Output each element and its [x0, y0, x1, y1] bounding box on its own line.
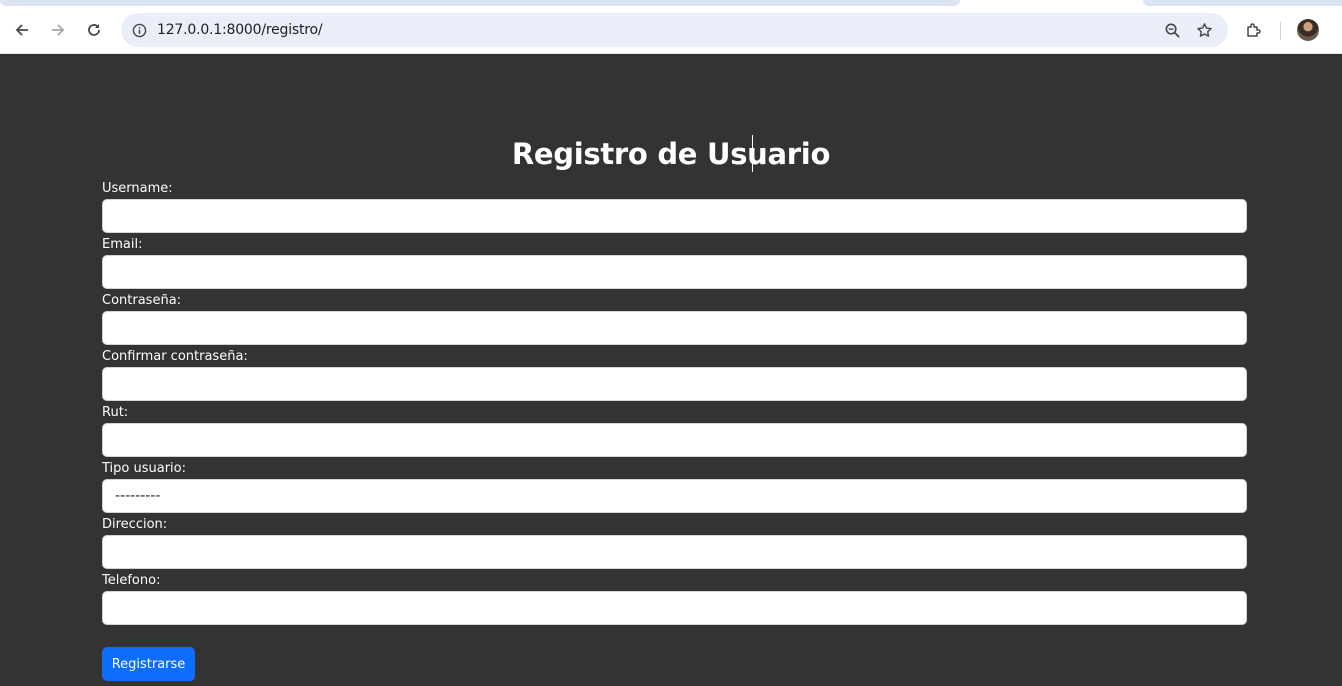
puzzle-icon: [1247, 23, 1261, 37]
zoom-icon[interactable]: [1160, 18, 1184, 42]
username-label: Username:: [102, 181, 173, 196]
address-label: Direccion:: [102, 517, 168, 532]
toolbar-divider: [1280, 22, 1281, 40]
site-info-icon[interactable]: [129, 20, 149, 40]
rut-input[interactable]: [102, 423, 1247, 457]
forward-button[interactable]: [44, 16, 72, 44]
email-input[interactable]: [102, 255, 1247, 289]
arrow-right-icon: [52, 24, 65, 36]
back-button[interactable]: [8, 16, 36, 44]
rut-label: Rut:: [102, 405, 129, 420]
password-label: Contraseña:: [102, 293, 182, 308]
user-type-label: Tipo usuario:: [102, 461, 186, 476]
registration-page: Registro de Usuario Username: Email: Con…: [0, 55, 1342, 686]
confirm-password-label: Confirmar contraseña:: [102, 349, 248, 364]
username-input[interactable]: [102, 199, 1247, 233]
reload-button[interactable]: [80, 16, 108, 44]
register-button[interactable]: Registrarse: [102, 647, 195, 681]
url-text[interactable]: 127.0.0.1:8000/registro/: [157, 22, 323, 38]
address-input[interactable]: [102, 535, 1247, 569]
password-input[interactable]: [102, 311, 1247, 345]
user-type-select[interactable]: ---------: [102, 479, 1247, 513]
phone-input[interactable]: [102, 591, 1247, 625]
page-title: Registro de Usuario: [511, 137, 831, 171]
bookmark-star-icon[interactable]: [1192, 18, 1216, 42]
profile-avatar[interactable]: [1297, 19, 1319, 41]
arrow-left-icon: [15, 24, 28, 36]
extensions-button[interactable]: [1240, 16, 1268, 44]
text-cursor: [752, 135, 753, 172]
reload-icon: [88, 24, 100, 36]
user-type-selected-value: ---------: [115, 488, 161, 504]
confirm-password-input[interactable]: [102, 367, 1247, 401]
email-label: Email:: [102, 237, 143, 252]
browser-toolbar: 127.0.0.1:8000/registro/: [0, 6, 1342, 54]
address-bar[interactable]: 127.0.0.1:8000/registro/: [121, 13, 1228, 47]
phone-label: Telefono:: [102, 573, 161, 588]
